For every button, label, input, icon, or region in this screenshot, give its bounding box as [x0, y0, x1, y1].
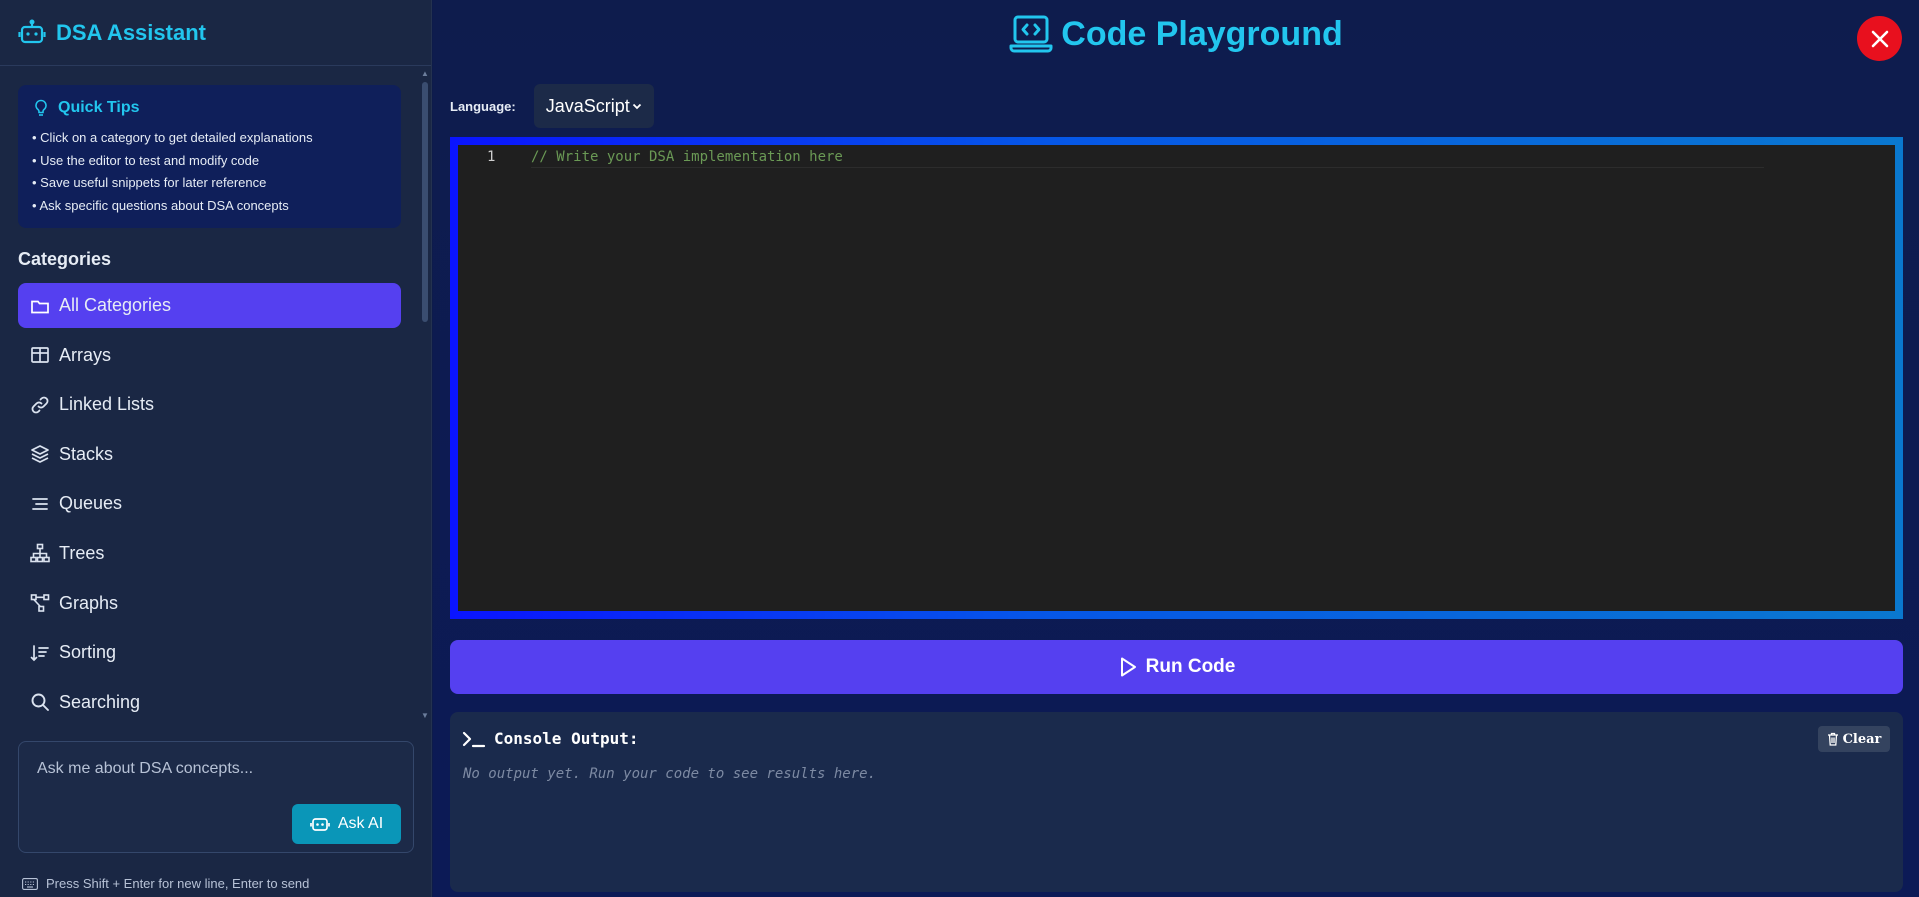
quick-tips-card: Quick Tips • Click on a category to get … — [18, 85, 401, 228]
category-searching[interactable]: Searching — [18, 680, 401, 722]
keyboard-icon — [22, 877, 38, 890]
category-graphs[interactable]: Graphs — [18, 581, 401, 626]
category-queues[interactable]: Queues — [18, 481, 401, 526]
queue-icon — [30, 494, 50, 514]
category-list: All Categories Arrays Linked Lists Stack… — [18, 283, 401, 722]
close-icon — [1870, 29, 1890, 49]
lightbulb-icon — [32, 99, 50, 117]
close-button[interactable] — [1857, 16, 1902, 61]
ask-ai-button[interactable]: Ask AI — [292, 804, 401, 844]
category-label: Searching — [59, 691, 141, 712]
run-code-button[interactable]: Run Code — [450, 640, 1903, 694]
console-title: Console Output: — [494, 729, 639, 748]
line-number: 1 — [487, 149, 496, 165]
ask-ai-box: Ask AI — [18, 741, 414, 853]
page-title-text: Code Playground — [1061, 14, 1343, 53]
categories-heading: Categories — [18, 249, 112, 269]
scroll-up-icon[interactable]: ▲ — [421, 70, 429, 78]
sidebar-scroll-area: Quick Tips • Click on a category to get … — [0, 66, 432, 722]
robot-icon — [18, 19, 46, 47]
ask-ai-label: Ask AI — [337, 815, 384, 832]
tip-item: • Ask specific questions about DSA conce… — [32, 197, 289, 213]
code-playground: Code Playground Language: JavaScript 1 /… — [433, 0, 1919, 897]
scroll-down-icon[interactable]: ▼ — [421, 712, 429, 720]
category-label: Linked Lists — [59, 394, 155, 415]
sidebar-scrollbar[interactable]: ▲ ▼ — [421, 70, 429, 720]
code-line[interactable]: // Write your DSA implementation here — [531, 149, 1764, 168]
category-label: Stacks — [59, 443, 114, 464]
tip-item: • Use the editor to test and modify code — [32, 152, 260, 168]
language-select[interactable]: JavaScript — [533, 84, 654, 128]
category-all[interactable]: All Categories — [18, 283, 401, 328]
layers-icon — [30, 444, 50, 464]
ask-ai-input[interactable] — [37, 760, 397, 778]
sort-icon — [30, 643, 50, 663]
language-row: Language: JavaScript — [450, 84, 654, 128]
link-icon — [30, 395, 50, 415]
clear-console-button[interactable]: Clear — [1818, 726, 1890, 752]
category-label: Trees — [59, 542, 105, 563]
terminal-icon — [462, 730, 486, 748]
laptop-code-icon — [1009, 14, 1053, 54]
tip-item: • Click on a category to get detailed ex… — [32, 130, 313, 145]
category-linked-lists[interactable]: Linked Lists — [18, 382, 401, 427]
run-code-label: Run Code — [1145, 656, 1236, 677]
app-title: DSA Assistant — [56, 19, 206, 45]
category-sorting[interactable]: Sorting — [18, 630, 401, 675]
category-label: Arrays — [59, 344, 112, 365]
category-stacks[interactable]: Stacks — [18, 432, 401, 477]
folder-icon — [30, 296, 50, 316]
console-panel: Console Output: Clear No output yet. Run… — [450, 712, 1903, 892]
language-selected: JavaScript — [545, 95, 630, 116]
category-label: Queues — [59, 493, 123, 514]
language-label: Language: — [450, 98, 516, 114]
trash-icon — [1827, 732, 1839, 746]
tree-icon — [30, 543, 50, 563]
code-editor-frame: 1 // Write your DSA implementation here — [450, 137, 1903, 619]
table-icon — [30, 345, 50, 365]
category-label: Graphs — [59, 592, 119, 613]
sidebar: DSA Assistant Quick Tips • Click on a ca… — [0, 0, 432, 897]
keyboard-hint: Press Shift + Enter for new line, Enter … — [22, 876, 309, 891]
quick-tips-title: Quick Tips — [58, 99, 140, 116]
category-arrays[interactable]: Arrays — [18, 333, 401, 378]
quick-tips-list: • Click on a category to get detailed ex… — [32, 127, 387, 217]
tip-item: • Save useful snippets for later referen… — [32, 175, 267, 190]
category-label: Sorting — [59, 642, 117, 663]
robot-icon — [309, 814, 330, 834]
console-output: No output yet. Run your code to see resu… — [463, 766, 877, 782]
search-icon — [30, 692, 50, 712]
chevron-down-icon — [632, 101, 642, 111]
console-header: Console Output: — [462, 729, 639, 748]
category-label: All Categories — [59, 295, 172, 315]
quick-tips-header: Quick Tips — [32, 99, 387, 117]
category-trees[interactable]: Trees — [18, 531, 401, 576]
graph-icon — [30, 593, 50, 613]
brand: DSA Assistant — [0, 0, 431, 66]
clear-label: Clear — [1842, 731, 1882, 747]
scrollbar-thumb[interactable] — [422, 82, 428, 322]
keyboard-hint-text: Press Shift + Enter for new line, Enter … — [46, 876, 310, 891]
play-icon — [1118, 656, 1138, 678]
code-editor[interactable]: 1 // Write your DSA implementation here — [458, 145, 1895, 611]
page-title: Code Playground — [433, 14, 1919, 54]
